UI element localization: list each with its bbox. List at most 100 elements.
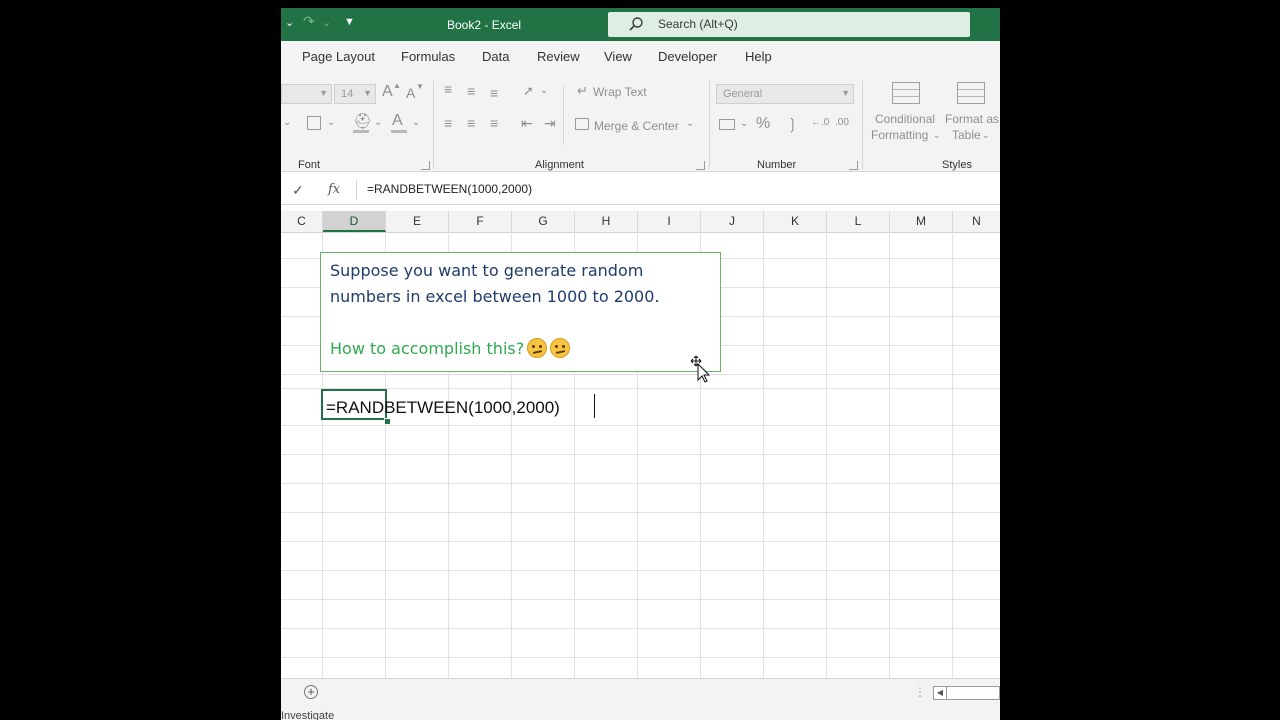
column-header-c[interactable]: C [281, 211, 323, 232]
chevron-down-icon[interactable]: ⌄ [285, 16, 294, 29]
column-header-g[interactable]: G [512, 211, 575, 232]
conditional-formatting-icon[interactable] [892, 82, 920, 104]
fill-color-bar [353, 130, 369, 133]
decrease-font-size-icon[interactable]: A [406, 85, 415, 101]
percent-style-button[interactable]: % [756, 115, 770, 133]
column-headers: C D E F G H I J K L M N [281, 211, 1000, 233]
column-header-m[interactable]: M [890, 211, 953, 232]
column-header-n[interactable]: N [953, 211, 1000, 232]
gridline [889, 232, 890, 678]
column-header-f[interactable]: F [449, 211, 512, 232]
tab-page-layout[interactable]: Page Layout [302, 49, 375, 64]
format-as-table-label-1[interactable]: Format as [945, 112, 999, 126]
orientation-icon[interactable]: ➚ [523, 83, 534, 99]
align-right-icon[interactable]: ≡ [490, 115, 498, 131]
font-color-icon[interactable]: A [392, 112, 403, 130]
borders-dropdown-icon[interactable]: ⌄ [327, 117, 335, 128]
document-title: Book2 - Excel [447, 18, 522, 32]
text-box[interactable]: Suppose you want to generate random numb… [320, 252, 721, 372]
ribbon-tabs: Page Layout Formulas Data Review View De… [281, 41, 1000, 75]
middle-align-icon[interactable]: ≡ [467, 83, 475, 99]
increase-font-size-icon[interactable]: A [382, 83, 393, 101]
fill-color-dropdown-icon[interactable]: ⌄ [374, 117, 382, 128]
column-header-e[interactable]: E [386, 211, 449, 232]
increase-indent-icon[interactable]: ⇥ [544, 115, 556, 132]
move-cursor-icon [690, 356, 710, 383]
formula-input[interactable]: =RANDBETWEEN(1000,2000) [367, 182, 532, 196]
underline-dropdown-icon[interactable]: ⌄ [283, 117, 291, 128]
column-header-j[interactable]: J [701, 211, 764, 232]
formula-divider [356, 180, 357, 200]
group-divider [563, 85, 564, 145]
sheet-tab-bar: + ⋮ ◀ [281, 678, 1000, 709]
number-format-combo[interactable]: General ▼ [716, 84, 854, 104]
gridline [281, 570, 1000, 571]
gridline [281, 388, 1000, 389]
decrease-decimal-icon[interactable]: .00 [835, 117, 849, 128]
orientation-dropdown-icon[interactable]: ⌄ [540, 85, 548, 96]
scroll-left-icon[interactable]: ◀ [933, 686, 947, 700]
tab-help[interactable]: Help [745, 49, 772, 64]
horizontal-scrollbar[interactable] [947, 686, 1000, 700]
font-dialog-launcher-icon[interactable] [421, 161, 430, 170]
enter-check-icon[interactable]: ✓ [292, 182, 304, 199]
chevron-down-icon: ▼ [363, 88, 372, 98]
tab-developer[interactable]: Developer [658, 49, 717, 64]
customize-qat-icon[interactable]: ▼ [344, 16, 355, 28]
tab-data[interactable]: Data [482, 49, 509, 64]
gridline [763, 232, 764, 678]
merge-center-button[interactable]: Merge & Center [594, 119, 679, 133]
comma-style-icon[interactable]: ❳ [786, 115, 799, 133]
top-align-icon[interactable]: ≡ [444, 81, 452, 97]
search-box[interactable]: Search (Alt+Q) [608, 12, 970, 37]
note-text-line-2: numbers in excel between 1000 to 2000. [330, 287, 660, 306]
merge-dropdown-icon[interactable]: ⌄ [686, 118, 694, 129]
column-header-l[interactable]: L [827, 211, 890, 232]
column-header-k[interactable]: K [764, 211, 827, 232]
insert-function-icon[interactable]: fx [328, 182, 340, 197]
column-header-h[interactable]: H [575, 211, 638, 232]
fill-color-icon[interactable]: ⛑ [353, 112, 372, 130]
font-color-dropdown-icon[interactable]: ⌄ [412, 117, 420, 128]
accounting-dropdown-icon[interactable]: ⌄ [740, 118, 748, 129]
conditional-formatting-label-2[interactable]: Formatting [871, 128, 928, 142]
conditional-formatting-label-1[interactable]: Conditional [875, 112, 935, 126]
drag-handle-icon[interactable]: ⋮ [914, 685, 926, 699]
styles-group-label: Styles [942, 159, 972, 171]
accounting-format-icon[interactable] [719, 119, 735, 130]
align-center-icon[interactable]: ≡ [467, 115, 475, 131]
borders-icon[interactable] [307, 116, 321, 130]
excel-window: ⌄ ↷ ⌄ ▼ Book2 - Excel Search (Alt+Q) Pag… [281, 8, 1000, 720]
tab-review[interactable]: Review [537, 49, 580, 64]
note-question: How to accomplish this? [330, 338, 571, 358]
add-sheet-icon[interactable]: + [304, 685, 318, 699]
column-header-i[interactable]: I [638, 211, 701, 232]
redo-dropdown-icon[interactable]: ⌄ [322, 16, 331, 29]
decrease-indent-icon[interactable]: ⇤ [521, 115, 533, 132]
gridline [281, 628, 1000, 629]
number-dialog-launcher-icon[interactable] [849, 161, 858, 170]
cell-edit-text[interactable]: =RANDBETWEEN(1000,2000) [326, 398, 560, 418]
number-format-value: General [723, 88, 763, 100]
text-caret [594, 394, 595, 418]
fill-handle[interactable] [384, 418, 391, 425]
align-left-icon[interactable]: ≡ [444, 115, 452, 131]
note-text-line-1: Suppose you want to generate random [330, 261, 644, 280]
font-name-combo[interactable]: ▼ [281, 84, 332, 104]
increase-decimal-icon[interactable]: ←.0 [811, 117, 829, 128]
worksheet-grid[interactable]: Suppose you want to generate random numb… [281, 232, 1000, 678]
tab-formulas[interactable]: Formulas [401, 49, 455, 64]
alignment-dialog-launcher-icon[interactable] [696, 161, 705, 170]
tab-view[interactable]: View [604, 49, 632, 64]
bottom-align-icon[interactable]: ≡ [490, 85, 498, 101]
chevron-down-icon: ▼ [319, 88, 328, 98]
font-size-combo[interactable]: 14 ▼ [334, 84, 376, 104]
wrap-text-icon[interactable]: ↵ [577, 83, 588, 99]
column-header-d[interactable]: D [323, 211, 386, 232]
format-as-table-label-2[interactable]: Table [952, 128, 981, 142]
merge-center-icon[interactable] [575, 118, 589, 130]
thinking-face-icon [527, 338, 548, 358]
format-as-table-icon[interactable] [957, 82, 985, 104]
redo-icon[interactable]: ↷ [303, 13, 315, 30]
wrap-text-button[interactable]: Wrap Text [593, 85, 647, 99]
